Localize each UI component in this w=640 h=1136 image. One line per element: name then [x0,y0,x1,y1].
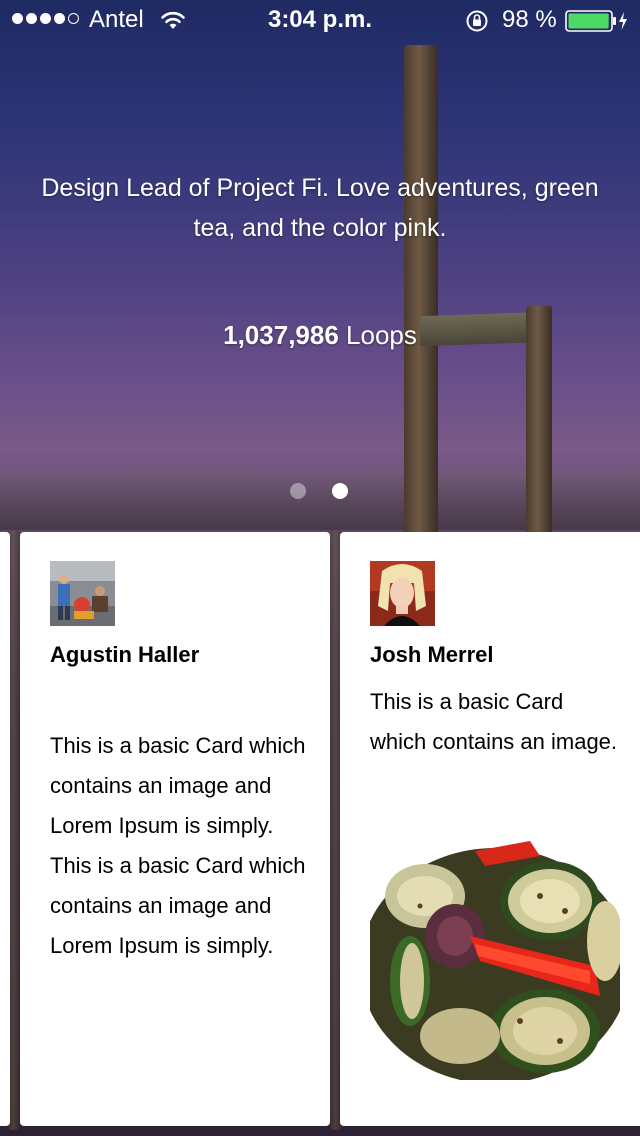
battery-percentage: 98 % [502,6,557,33]
card-author-name: Josh Merrel [370,642,494,667]
card-previous-partial[interactable] [0,532,10,1126]
page-dot[interactable] [290,483,306,499]
grilled-vegetables-photo [370,836,620,1080]
page-dot-active[interactable] [332,483,348,499]
loops-count: 1,037,986 [223,320,339,350]
profile-bio: Design Lead of Project Fi. Love adventur… [41,174,599,242]
page-indicator[interactable] [290,483,348,499]
loops-counter: 1,037,986 Loops [0,320,640,351]
card-body-text: This is a basic Card which contains an i… [50,733,306,958]
card-body-text: This is a basic Card which contains an i… [370,689,618,754]
card[interactable]: Agustin Haller This is a basic Card whic… [20,532,330,1126]
status-bar: Antel 3:04 p.m. 98 % [0,0,640,40]
rotation-lock-icon [465,9,489,40]
loops-label: Loops [346,320,417,350]
avatar [370,561,435,626]
profile-screen: Antel 3:04 p.m. 98 % Design Lead of Proj… [0,0,640,1136]
charging-bolt-icon [619,12,627,30]
battery-icon [565,10,631,39]
wooden-post [404,45,438,545]
avatar [50,561,115,626]
card[interactable]: Josh Merrel This is a basic Card which c… [340,532,640,1126]
card-author-name: Agustin Haller [50,642,200,667]
